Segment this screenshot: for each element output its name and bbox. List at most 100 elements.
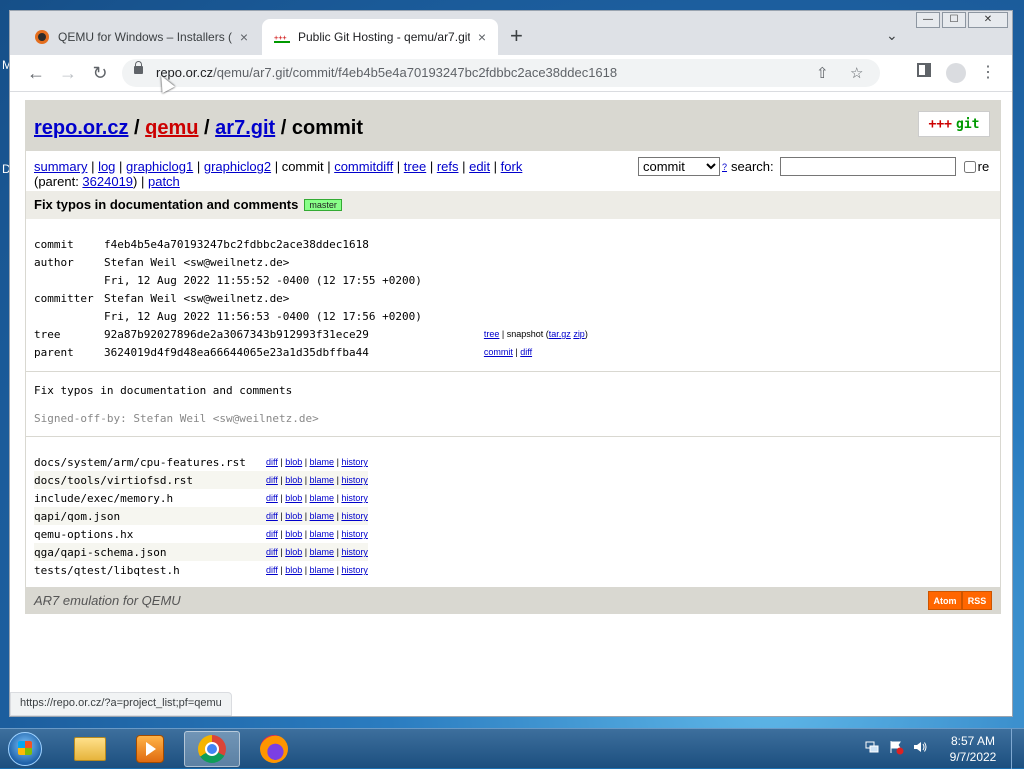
bookmark-star-icon[interactable]: ☆ [850, 64, 863, 82]
table-row: tree 92a87b92027896de2a3067343b912993f31e… [34, 325, 588, 343]
breadcrumb-repo-link[interactable]: ar7.git [215, 117, 275, 139]
file-blame-link[interactable]: blame [310, 457, 335, 467]
new-tab-button[interactable]: + [510, 25, 523, 47]
file-name[interactable]: docs/system/arm/cpu-features.rst [34, 453, 266, 471]
search-help-link[interactable]: ? [722, 162, 727, 172]
show-desktop-button[interactable] [1011, 729, 1024, 769]
file-diff-link[interactable]: diff [266, 457, 278, 467]
file-diff-link[interactable]: diff [266, 511, 278, 521]
file-name[interactable]: include/exec/memory.h [34, 489, 266, 507]
taskbar-chrome[interactable] [184, 731, 240, 767]
file-name[interactable]: qemu-options.hx [34, 525, 266, 543]
parent-hash[interactable]: 3624019d4f9d48ea66644065e23a1d35dbffba44 [104, 343, 422, 361]
side-panel-icon[interactable] [912, 61, 936, 85]
breadcrumb-site-link[interactable]: repo.or.cz [34, 117, 128, 139]
lock-icon[interactable] [134, 61, 143, 74]
file-blob-link[interactable]: blob [285, 457, 302, 467]
tree-link[interactable]: tree [484, 329, 500, 339]
reload-button[interactable]: ↻ [88, 61, 112, 85]
file-name[interactable]: qapi/qom.json [34, 507, 266, 525]
file-blob-link[interactable]: blob [285, 565, 302, 575]
close-window-button[interactable]: ✕ [968, 12, 1008, 28]
nav-link-log[interactable]: log [98, 159, 115, 174]
file-history-link[interactable]: history [341, 493, 368, 503]
forward-button[interactable]: → [56, 61, 80, 85]
address-url[interactable]: repo.or.cz/qemu/ar7.git/commit/f4eb4b5e4… [156, 65, 617, 80]
nav-link-graphiclog2[interactable]: graphiclog2 [204, 159, 271, 174]
file-name[interactable]: docs/tools/virtiofsd.rst [34, 471, 266, 489]
file-blame-link[interactable]: blame [310, 493, 335, 503]
start-button[interactable] [8, 732, 42, 766]
file-history-link[interactable]: history [341, 565, 368, 575]
tab-close-icon[interactable]: × [474, 29, 490, 45]
file-history-link[interactable]: history [341, 547, 368, 557]
tab-search-chevron-icon[interactable]: ⌄ [886, 27, 898, 44]
file-blob-link[interactable]: blob [285, 475, 302, 485]
address-bar[interactable]: repo.or.cz/qemu/ar7.git/commit/f4eb4b5e4… [122, 59, 880, 87]
file-diff-link[interactable]: diff [266, 529, 278, 539]
file-blob-link[interactable]: blob [285, 529, 302, 539]
parent-commit-link[interactable]: commit [484, 347, 513, 357]
commit-subject[interactable]: Fix typos in documentation and comments m… [34, 197, 342, 212]
file-name[interactable]: qga/qapi-schema.json [34, 543, 266, 561]
maximize-button[interactable]: ☐ [942, 12, 966, 28]
file-history-link[interactable]: history [341, 511, 368, 521]
file-diff-link[interactable]: diff [266, 475, 278, 485]
tab-qemu-installers[interactable]: QEMU for Windows – Installers (6 × [24, 19, 260, 55]
atom-feed-button[interactable]: Atom [928, 591, 962, 610]
regex-checkbox[interactable] [963, 160, 976, 173]
file-diff-link[interactable]: diff [266, 493, 278, 503]
taskbar-explorer[interactable] [62, 731, 118, 767]
minimize-button[interactable]: — [916, 12, 940, 28]
file-diff-link[interactable]: diff [266, 547, 278, 557]
branch-badge[interactable]: master [304, 199, 342, 211]
share-icon[interactable]: ⇧ [816, 64, 829, 82]
nav-link-graphiclog1[interactable]: graphiclog1 [126, 159, 193, 174]
nav-link-summary[interactable]: summary [34, 159, 87, 174]
nav-link-commitdiff[interactable]: commitdiff [334, 159, 393, 174]
profile-avatar-icon[interactable] [946, 63, 966, 83]
table-row: docs/system/arm/cpu-features.rst diff | b… [34, 453, 368, 471]
file-blob-link[interactable]: blob [285, 511, 302, 521]
search-type-select[interactable]: commit [638, 157, 720, 176]
nav-link-refs[interactable]: refs [437, 159, 459, 174]
svg-text:+++: +++ [274, 34, 287, 42]
file-history-link[interactable]: history [341, 457, 368, 467]
action-separator: | [302, 511, 310, 521]
file-blame-link[interactable]: blame [310, 565, 335, 575]
network-icon[interactable] [864, 739, 880, 755]
file-blob-link[interactable]: blob [285, 493, 302, 503]
parent-hash-link[interactable]: 3624019 [82, 174, 133, 189]
taskbar-clock[interactable]: 8:57 AM 9/7/2022 [946, 733, 1000, 765]
file-history-link[interactable]: history [341, 475, 368, 485]
back-button[interactable]: ← [24, 61, 48, 85]
parent-diff-link[interactable]: diff [520, 347, 532, 357]
file-diff-link[interactable]: diff [266, 565, 278, 575]
volume-icon[interactable] [912, 739, 928, 755]
taskbar-media-player[interactable] [122, 731, 178, 767]
snapshot-zip-link[interactable]: zip [573, 329, 585, 339]
git-logo[interactable]: +++ git [918, 111, 990, 137]
file-blob-link[interactable]: blob [285, 547, 302, 557]
media-player-icon [136, 735, 164, 763]
file-name[interactable]: tests/qtest/libqtest.h [34, 561, 266, 579]
tab-public-git-hosting[interactable]: +++ Public Git Hosting - qemu/ar7.git/c … [262, 19, 498, 55]
browser-menu-icon[interactable]: ⋮ [976, 61, 1000, 85]
file-blame-link[interactable]: blame [310, 475, 335, 485]
search-input[interactable] [779, 157, 956, 176]
nav-link-fork[interactable]: fork [501, 159, 523, 174]
patch-link[interactable]: patch [148, 174, 180, 189]
file-blame-link[interactable]: blame [310, 547, 335, 557]
file-history-link[interactable]: history [341, 529, 368, 539]
nav-link-edit[interactable]: edit [469, 159, 490, 174]
breadcrumb-project-link[interactable]: qemu [145, 117, 198, 139]
taskbar-firefox[interactable] [246, 731, 302, 767]
rss-feed-button[interactable]: RSS [962, 591, 992, 610]
nav-link-tree[interactable]: tree [404, 159, 426, 174]
table-row: author Stefan Weil <sw@weilnetz.de> [34, 253, 588, 271]
flag-icon[interactable] [888, 739, 904, 755]
file-blame-link[interactable]: blame [310, 511, 335, 521]
file-blame-link[interactable]: blame [310, 529, 335, 539]
snapshot-targz-link[interactable]: tar.gz [549, 329, 571, 339]
tab-close-icon[interactable]: × [236, 29, 252, 45]
